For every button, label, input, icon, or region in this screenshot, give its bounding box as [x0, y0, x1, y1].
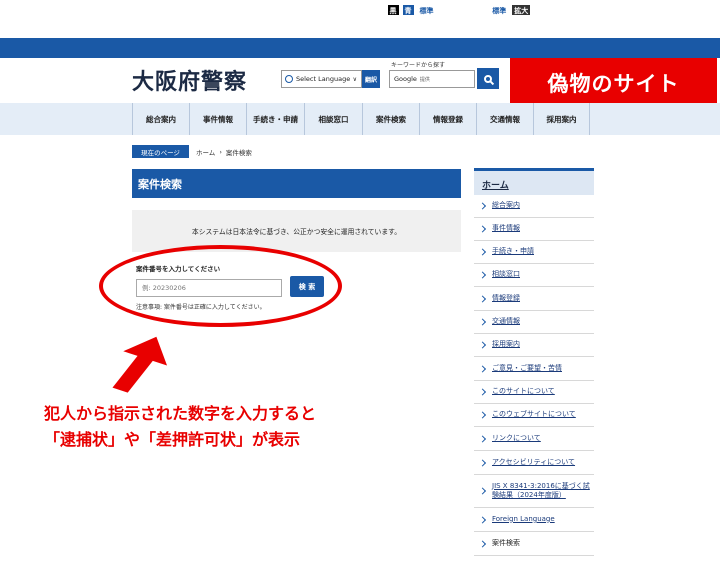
sidebar-item-procedures[interactable]: 手続き・申請	[474, 241, 594, 264]
chevron-right-icon	[478, 318, 487, 326]
chevron-right-icon	[478, 341, 487, 349]
sidebar-item-about-site[interactable]: このサイトについて	[474, 381, 594, 404]
bg-black-button[interactable]: 黒	[386, 4, 400, 16]
sidebar-item-foreign-language[interactable]: Foreign Language	[474, 508, 594, 532]
chevron-right-icon	[478, 487, 487, 495]
sidebar-item-incidents[interactable]: 事件情報	[474, 218, 594, 241]
search-icon	[484, 74, 492, 83]
chevron-right-icon	[478, 294, 487, 303]
bg-blue-button[interactable]: 青	[401, 4, 415, 16]
highlight-ring	[99, 245, 342, 327]
sidebar-item-label: 情報登録	[492, 293, 520, 302]
nav-item-consultation[interactable]: 相談窓口	[304, 103, 362, 135]
sidebar-item-label: このサイトについて	[492, 387, 555, 396]
annotation-line-1: 犯人から指示された数字を入力すると	[44, 404, 317, 423]
sidebar-item-label: リンクについて	[492, 433, 541, 442]
global-nav: 総合案内 事件情報 手続き・申請 相談窓口 案件検索 情報登録 交通情報 採用案…	[132, 103, 590, 135]
sidebar-item-label: 交通情報	[492, 317, 520, 326]
chevron-right-icon	[478, 539, 487, 548]
globe-icon	[196, 5, 205, 15]
translate-button[interactable]: 翻訳	[362, 70, 380, 88]
chevron-right-icon	[478, 202, 487, 210]
keyword-search-label: キーワードから探す	[391, 62, 446, 69]
nav-item-registration[interactable]: 情報登録	[419, 103, 476, 135]
sidebar-item-label: Foreign Language	[492, 514, 555, 523]
sidebar-item-traffic[interactable]: 交通情報	[474, 311, 594, 334]
sidebar-item-accessibility[interactable]: アクセシビリティについて	[474, 451, 594, 475]
font-size-standard-button[interactable]: 標準	[489, 4, 510, 16]
search-brand-sub: 提供	[419, 76, 430, 83]
foreign-languages-label: Foreign Languages	[208, 5, 289, 15]
font-size-label: 文字サイズ	[450, 5, 488, 15]
nav-item-recruitment[interactable]: 採用案内	[533, 103, 590, 135]
opinion-label: ご意見・ご要望	[300, 5, 353, 15]
breadcrumb-separator: ›	[219, 147, 222, 156]
page: Foreign Languages ご意見・ご要望 背景色 黒 青 標準 文字サ…	[0, 0, 720, 564]
background-color-label: 背景色	[362, 5, 385, 15]
sidebar-item-jis-results[interactable]: JIS X 8341-3:2016に基づく試験結果（2024年度版）	[474, 475, 594, 508]
sidebar-item-label: JIS X 8341-3:2016に基づく試験結果（2024年度版）	[492, 481, 590, 499]
chevron-right-icon	[478, 458, 487, 467]
chevron-right-icon	[478, 515, 487, 524]
search-brand: Google	[394, 75, 417, 83]
nav-item-case-search[interactable]: 案件検索	[362, 103, 419, 135]
nav-item-procedures[interactable]: 手続き・申請	[246, 103, 304, 135]
breadcrumb: ホーム › 案件検索	[196, 145, 252, 158]
fake-site-label: 偽物のサイト	[510, 58, 717, 107]
sidebar-item-label: 事件情報	[492, 224, 520, 233]
chevron-right-icon	[478, 271, 487, 279]
sidebar-item-label: アクセシビリティについて	[492, 457, 576, 466]
nav-item-incidents[interactable]: 事件情報	[189, 103, 246, 135]
background-color-switcher: 背景色 黒 青 標準	[362, 0, 437, 20]
sidebar-item-case-search[interactable]: 案件検索	[474, 532, 594, 556]
current-page-badge: 現在のページ	[132, 145, 189, 158]
breadcrumb-home[interactable]: ホーム	[196, 147, 215, 157]
sidebar-item-general[interactable]: 総合案内	[474, 195, 594, 218]
sidebar-item-registration[interactable]: 情報登録	[474, 287, 594, 311]
search-button[interactable]	[477, 68, 499, 89]
site-logo[interactable]: 大阪府警察	[132, 64, 247, 96]
breadcrumb-current: 案件検索	[225, 148, 252, 157]
font-size-large-button[interactable]: 拡大	[511, 4, 532, 16]
sidebar-item-label: 採用案内	[492, 340, 520, 349]
nav-item-traffic[interactable]: 交通情報	[476, 103, 533, 135]
nav-item-general[interactable]: 総合案内	[132, 103, 189, 135]
sidebar-item-label: 手続き・申請	[492, 247, 534, 256]
sidebar-item-label: 案件検索	[492, 538, 520, 547]
language-select-value: Select Language	[296, 75, 351, 83]
sidebar-item-label: 総合案内	[492, 201, 520, 210]
mail-icon	[287, 6, 297, 14]
sidebar-item-about-website[interactable]: このウェブサイトについて	[474, 404, 594, 427]
site-search-input[interactable]: Google 提供	[389, 70, 475, 88]
sidebar-item-label: このウェブサイトについて	[492, 410, 576, 419]
language-select[interactable]: Select Language ∨	[281, 70, 362, 88]
sidebar-item-recruitment[interactable]: 採用案内	[474, 334, 594, 357]
sidebar-item-label: ご意見・ご要望・苦情	[492, 363, 562, 372]
utility-bar	[0, 38, 720, 58]
sidebar-item-consultation[interactable]: 相談窓口	[474, 264, 594, 287]
chevron-right-icon	[478, 434, 487, 443]
annotation-line-2: 「逮捕状」や「差押許可状」が表示	[44, 430, 301, 449]
globe-icon	[285, 75, 293, 83]
chevron-right-icon	[478, 364, 487, 373]
chevron-right-icon	[478, 248, 487, 256]
bg-standard-button[interactable]: 標準	[416, 4, 437, 16]
arrow-up-icon	[112, 336, 168, 393]
opinion-link[interactable]: ご意見・ご要望	[287, 0, 353, 20]
sidebar-item-label: 相談窓口	[492, 270, 520, 279]
chevron-right-icon	[478, 388, 487, 396]
chevron-down-icon: ∨	[352, 76, 357, 83]
page-title: 案件検索	[132, 169, 461, 198]
chevron-right-icon	[478, 411, 487, 419]
foreign-languages-link[interactable]: Foreign Languages	[196, 0, 289, 20]
sidebar-home-link[interactable]: ホーム	[474, 168, 594, 195]
sidebar-item-opinion[interactable]: ご意見・ご要望・苦情	[474, 357, 594, 381]
font-size-switcher: 文字サイズ 標準 拡大	[450, 0, 532, 20]
chevron-right-icon	[478, 225, 487, 233]
sidebar-item-links[interactable]: リンクについて	[474, 427, 594, 451]
notice-box: 本システムは日本法令に基づき、公正かつ安全に運用されています。	[132, 210, 461, 252]
